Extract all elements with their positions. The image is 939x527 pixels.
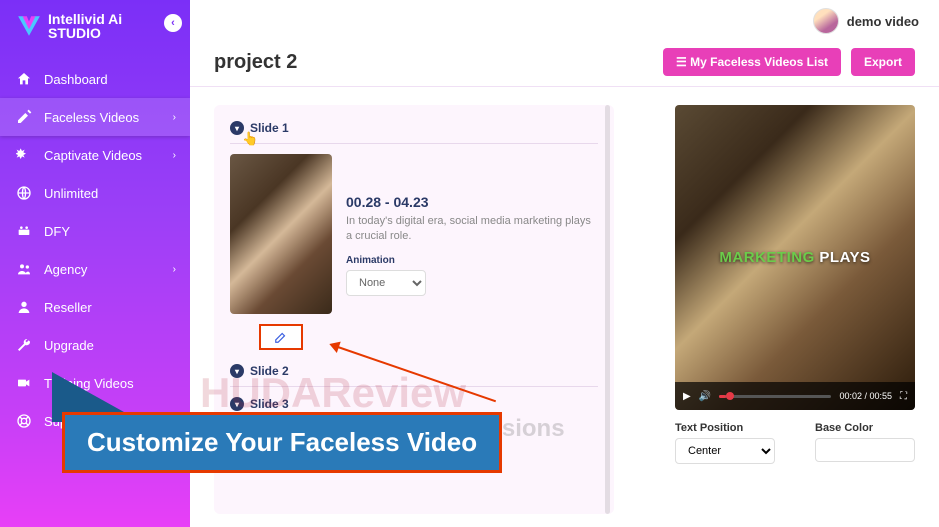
- slide-1-header[interactable]: ▾ Slide 1: [230, 121, 598, 144]
- wrench-icon: [16, 337, 32, 353]
- play-icon[interactable]: ▶: [683, 391, 691, 402]
- sidebar-item-dashboard[interactable]: Dashboard: [0, 60, 190, 98]
- video-time: 00:02 / 00:55: [839, 391, 892, 401]
- preview-options: Text Position Center Base Color: [675, 422, 915, 464]
- logo: Intellivid Ai STUDIO ‹: [0, 0, 190, 52]
- slide-timestamp: 00.28 - 04.23: [346, 194, 598, 210]
- text-position-select[interactable]: Center: [675, 438, 775, 464]
- home-icon: [16, 71, 32, 87]
- callout-banner: Customize Your Faceless Video: [62, 412, 502, 473]
- base-color-label: Base Color: [815, 422, 915, 434]
- sidebar-item-label: Captivate Videos: [44, 148, 142, 163]
- sidebar-item-upgrade[interactable]: Upgrade: [0, 326, 190, 364]
- sidebar-item-label: Dashboard: [44, 72, 108, 87]
- scrollbar[interactable]: [605, 105, 610, 514]
- sidebar-item-label: Unlimited: [44, 186, 98, 201]
- sidebar-item-label: Upgrade: [44, 338, 94, 353]
- slide-description: In today's digital era, social media mar…: [346, 214, 598, 245]
- edit-slide-button[interactable]: [259, 324, 303, 350]
- sidebar-item-label: DFY: [44, 224, 70, 239]
- video-icon: [16, 375, 32, 391]
- sidebar-item-faceless-videos[interactable]: Faceless Videos ›: [0, 98, 190, 136]
- sidebar-item-dfy[interactable]: DFY: [0, 212, 190, 250]
- cursor-icon: 👆: [242, 131, 258, 147]
- pencil-icon: [274, 330, 288, 344]
- volume-icon[interactable]: 🔊: [699, 391, 711, 402]
- brand-sub: STUDIO: [48, 26, 122, 40]
- fullscreen-icon[interactable]: ⛶: [900, 391, 907, 402]
- magic-icon: [16, 147, 32, 163]
- slide-1-body: 00.28 - 04.23 In today's digital era, so…: [230, 154, 598, 314]
- logo-icon: [16, 13, 42, 39]
- video-controls: ▶ 🔊 00:02 / 00:55 ⛶: [675, 382, 915, 410]
- sidebar-item-label: Faceless Videos: [44, 110, 139, 125]
- chevron-right-icon: ›: [173, 150, 176, 161]
- export-button[interactable]: Export: [851, 48, 915, 76]
- preview-panel: MARKETING PLAYS ▶ 🔊 00:02 / 00:55 ⛶ Text…: [634, 105, 915, 514]
- sidebar-item-unlimited[interactable]: Unlimited: [0, 174, 190, 212]
- globe-icon: [16, 185, 32, 201]
- edit-icon: [16, 109, 32, 125]
- seekbar[interactable]: [719, 395, 831, 398]
- video-preview[interactable]: MARKETING PLAYS ▶ 🔊 00:02 / 00:55 ⛶: [675, 105, 915, 410]
- sidebar-item-captivate-videos[interactable]: Captivate Videos ›: [0, 136, 190, 174]
- page-header: project 2 My Faceless Videos List Export: [190, 42, 939, 87]
- username: demo video: [847, 14, 919, 29]
- my-videos-list-button[interactable]: My Faceless Videos List: [663, 48, 841, 76]
- sidebar-item-label: Reseller: [44, 300, 92, 315]
- animation-select[interactable]: None: [346, 270, 426, 296]
- chevron-down-icon: ▾: [230, 397, 244, 411]
- chevron-down-icon: ▾: [230, 364, 244, 378]
- brand-name: Intellivid Ai: [48, 12, 122, 26]
- topbar: demo video: [190, 0, 939, 42]
- text-position-label: Text Position: [675, 422, 775, 434]
- slide-thumbnail[interactable]: [230, 154, 332, 314]
- chevron-right-icon: ›: [173, 112, 176, 123]
- sidebar-item-agency[interactable]: Agency ›: [0, 250, 190, 288]
- avatar[interactable]: [813, 8, 839, 34]
- sidebar-item-reseller[interactable]: Reseller: [0, 288, 190, 326]
- user-icon: [16, 299, 32, 315]
- sidebar-collapse-icon[interactable]: ‹: [164, 14, 182, 32]
- video-overlay-text: MARKETING PLAYS: [719, 249, 870, 266]
- slide-2-header[interactable]: ▾ Slide 2: [230, 364, 598, 387]
- dfy-icon: [16, 223, 32, 239]
- slide-label: Slide 2: [250, 364, 289, 378]
- sidebar-item-label: Agency: [44, 262, 87, 277]
- life-ring-icon: [16, 413, 32, 429]
- chevron-right-icon: ›: [173, 264, 176, 275]
- base-color-picker[interactable]: [815, 438, 915, 462]
- animation-label: Animation: [346, 255, 598, 266]
- page-title: project 2: [214, 51, 297, 74]
- users-icon: [16, 261, 32, 277]
- slide-label: Slide 3: [250, 397, 289, 411]
